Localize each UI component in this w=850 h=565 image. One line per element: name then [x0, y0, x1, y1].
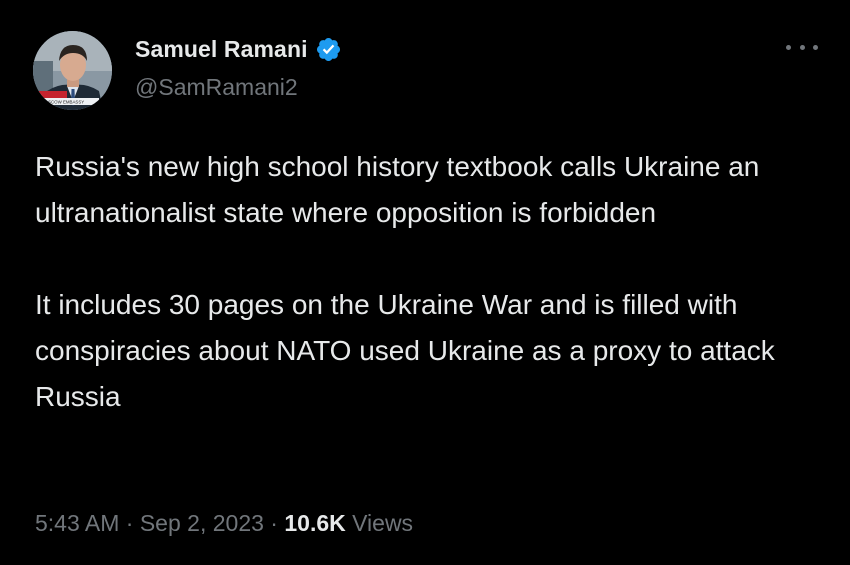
more-dot [813, 44, 818, 50]
avatar[interactable]: MOSCOW EMBASSY [33, 31, 112, 110]
views-count[interactable]: 10.6K [284, 510, 345, 536]
avatar-image: MOSCOW EMBASSY [33, 31, 112, 110]
tweet-card: MOSCOW EMBASSY Samuel Ramani @SamRamani2… [0, 0, 850, 565]
tweet-date[interactable]: Sep 2, 2023 [140, 510, 264, 536]
tweet-time[interactable]: 5:43 AM [35, 510, 119, 536]
avatar-caption: MOSCOW EMBASSY [41, 100, 84, 105]
tweet-text: Russia's new high school history textboo… [35, 144, 835, 420]
views-label: Views [352, 510, 414, 536]
verified-badge-icon[interactable] [315, 36, 342, 63]
author-display-name[interactable]: Samuel Ramani [135, 36, 308, 63]
author-name-row: Samuel Ramani [135, 34, 342, 64]
meta-separator: · [125, 510, 134, 536]
tweet-paragraph-2: It includes 30 pages on the Ukraine War … [35, 289, 783, 412]
tweet-paragraph-1: Russia's new high school history textboo… [35, 151, 768, 228]
author-handle[interactable]: @SamRamani2 [135, 74, 298, 101]
more-dot [799, 44, 805, 50]
more-options-icon[interactable] [786, 37, 818, 57]
more-dot [786, 44, 791, 50]
tweet-meta: 5:43 AM · Sep 2, 2023 · 10.6K Views [35, 503, 413, 543]
meta-separator: · [270, 510, 278, 536]
avatar-banner-red [33, 91, 67, 99]
